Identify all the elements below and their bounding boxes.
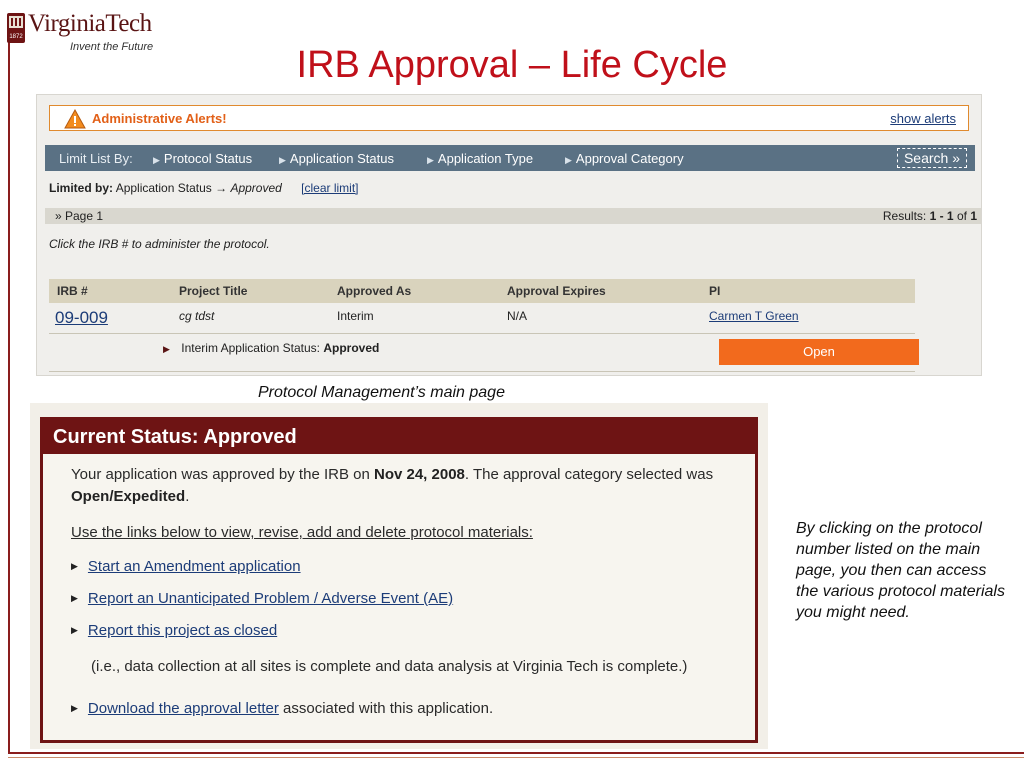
instruction-text: Click the IRB # to administer the protoc…	[49, 237, 270, 251]
current-status-panel: Current Status: Approved Your applicatio…	[40, 417, 758, 743]
triangle-right-icon: ▶	[279, 155, 286, 165]
row-divider	[49, 333, 915, 334]
triangle-right-icon: ▶	[71, 593, 78, 603]
download-approval-letter-link[interactable]: Download the approval letter	[88, 700, 279, 717]
header-approval-expires: Approval Expires	[507, 284, 606, 298]
triangle-right-icon: ▶	[565, 155, 572, 165]
seal-year: 1872	[9, 34, 23, 40]
limit-list-label: Limit List By:	[59, 151, 133, 166]
triangle-right-icon: ▶	[71, 625, 78, 635]
report-closed-link[interactable]: Report this project as closed	[88, 622, 277, 639]
approved-as-cell: Interim	[337, 309, 374, 323]
alerts-label: Administrative Alerts!	[92, 111, 227, 126]
clear-limit-link[interactable]: [clear limit]	[301, 181, 358, 195]
approval-expires-cell: N/A	[507, 309, 528, 323]
results-count: Results: 1 - 1 of 1	[883, 209, 977, 223]
top-screenshot-caption: Protocol Management’s main page	[258, 384, 505, 401]
limited-by-line: Limited by: Application Status → Approve…	[49, 181, 359, 195]
filter-application-status[interactable]: ▶ Application Status	[279, 151, 394, 166]
table-header: IRB # Project Title Approved As Approval…	[49, 279, 915, 303]
filter-label: Application Type	[437, 151, 534, 166]
summary-text: .	[185, 488, 190, 505]
approval-summary: Your application was approved by the IRB…	[71, 464, 731, 508]
interim-status-row: ▶ Interim Application Status: Approved	[163, 341, 379, 355]
limited-by-arrow: →	[215, 181, 228, 195]
summary-text: . The approval category selected was	[464, 466, 714, 483]
results-range: 1 - 1	[929, 209, 954, 223]
triangle-right-icon: ▶	[71, 703, 78, 713]
search-button[interactable]: Search »	[896, 148, 967, 168]
triangle-right-icon: ▶	[153, 155, 160, 165]
limited-by-label: Limited by:	[49, 181, 114, 195]
logo-wordmark: VirginiaTech	[28, 10, 152, 37]
interim-status-label: Interim Application Status:	[181, 341, 321, 355]
list-item: ▶ Start an Amendment application	[71, 558, 301, 575]
side-note: By clicking on the protocol number liste…	[796, 520, 1005, 621]
show-alerts-link[interactable]: show alerts	[890, 111, 956, 126]
filter-protocol-status[interactable]: ▶ Protocol Status	[153, 151, 252, 166]
filter-label: Application Status	[289, 151, 394, 166]
current-status-screenshot: Current Status: Approved Your applicatio…	[30, 403, 768, 749]
list-item: ▶ Report this project as closed	[71, 622, 277, 639]
results-prefix: Results:	[882, 209, 927, 223]
header-irb: IRB #	[57, 284, 88, 298]
limited-by-value: Approved	[230, 181, 282, 195]
triangle-right-icon: ▶	[427, 155, 434, 165]
triangle-right-icon: ▶	[71, 561, 78, 571]
open-status-button[interactable]: Open	[719, 339, 919, 365]
results-total: 1	[970, 209, 977, 223]
table-row: 09-009 cg tdst Interim N/A Carmen T Gree…	[49, 305, 915, 333]
filter-label: Approval Category	[575, 151, 684, 166]
closed-note: (i.e., data collection at all sites is c…	[91, 658, 688, 675]
download-suffix: associated with this application.	[278, 700, 494, 717]
use-links-heading: Use the links below to view, revise, add…	[71, 524, 533, 541]
header-approved-as: Approved As	[337, 284, 412, 298]
header-project-title: Project Title	[179, 284, 248, 298]
current-status-header: Current Status: Approved	[43, 420, 755, 454]
filter-label: Protocol Status	[163, 151, 253, 166]
page-label[interactable]: » Page 1	[55, 209, 103, 223]
list-item: ▶ Report an Unanticipated Problem / Adver…	[71, 590, 453, 607]
approval-date: Nov 24, 2008	[373, 466, 465, 483]
report-problem-link[interactable]: Report an Unanticipated Problem / Advers…	[88, 590, 453, 607]
summary-text: Your application was approved by the IRB…	[71, 466, 374, 483]
interim-status-value: Approved	[323, 341, 380, 355]
administrative-alerts-box: Administrative Alerts! show alerts	[49, 105, 969, 131]
bottom-frame-rule-thin	[8, 757, 1024, 758]
pi-link[interactable]: Carmen T Green	[709, 309, 799, 323]
list-item: ▶ Download the approval letter associated…	[71, 700, 493, 717]
project-title-cell: cg tdst	[179, 309, 215, 323]
header-pi: PI	[709, 284, 721, 298]
results-of: of	[956, 209, 967, 223]
start-amendment-link[interactable]: Start an Amendment application	[88, 558, 301, 575]
limited-by-field: Application Status	[115, 181, 212, 195]
vt-seal-icon: 1872	[7, 13, 25, 43]
bottom-frame-rule	[8, 752, 1024, 754]
approval-category: Open/Expedited	[71, 488, 186, 505]
filter-application-type[interactable]: ▶ Application Type	[427, 151, 533, 166]
protocol-management-screenshot: Administrative Alerts! show alerts Limit…	[36, 94, 982, 376]
table-bottom-divider	[49, 371, 915, 372]
left-frame-rule	[8, 42, 10, 754]
limit-list-bar: Limit List By: ▶ Protocol Status ▶ Applica…	[45, 145, 975, 171]
filter-approval-category[interactable]: ▶ Approval Category	[565, 151, 684, 166]
triangle-right-icon[interactable]: ▶	[163, 344, 170, 354]
pagination-row: » Page 1 Results: 1 - 1 of 1	[45, 208, 981, 224]
warning-triangle-icon	[64, 109, 86, 129]
irb-number-link[interactable]: 09-009	[55, 308, 108, 328]
slide-title: IRB Approval – Life Cycle	[296, 44, 728, 86]
